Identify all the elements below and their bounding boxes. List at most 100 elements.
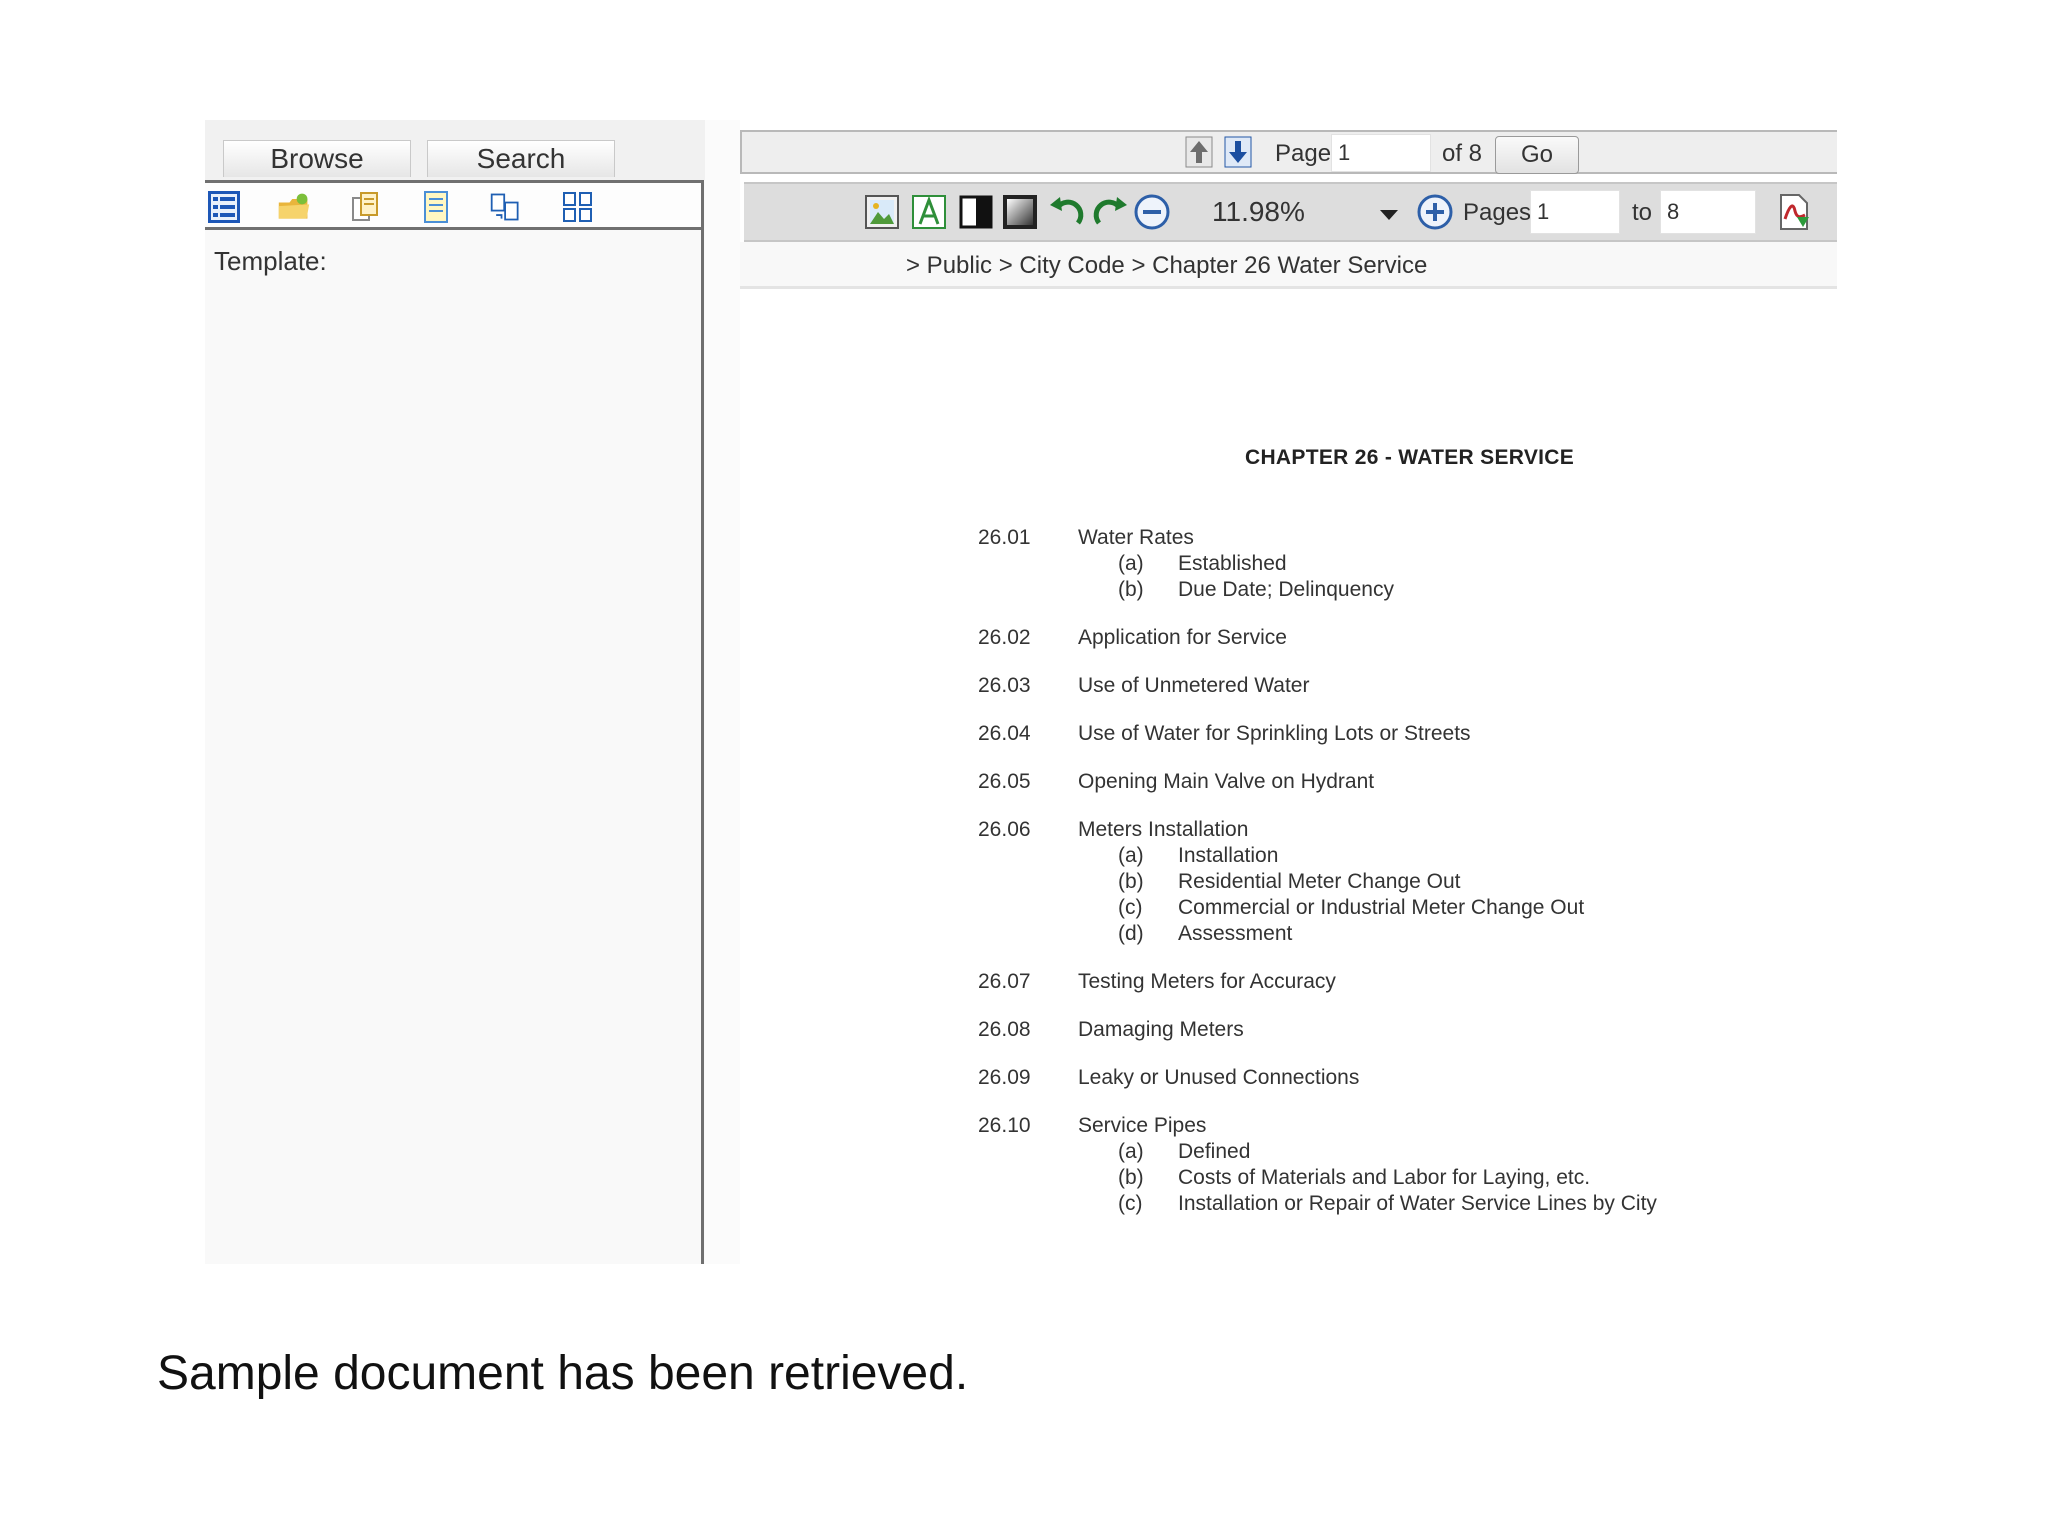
section-number: 26.06	[978, 818, 1031, 841]
section-number: 26.05	[978, 770, 1031, 793]
toc-section: 26.05 Opening Main Valve on Hydrant	[978, 770, 1818, 796]
screenshot-frame: Browse Search Template: Page 1 of 8 Go 1…	[205, 120, 1837, 1264]
section-title: Service Pipes	[1078, 1114, 1207, 1137]
subsection-letter: (a)	[1118, 552, 1144, 575]
section-number: 26.10	[978, 1114, 1031, 1137]
pages-to-input[interactable]: 8	[1660, 190, 1756, 234]
section-title: Application for Service	[1078, 626, 1287, 649]
tab-bar: Browse Search	[205, 120, 705, 180]
toc-subsection: (a) Defined	[978, 1140, 1818, 1166]
table-of-contents: 26.01 Water Rates (a) Established (b) Due Dat…	[978, 526, 1818, 1240]
section-number: 26.03	[978, 674, 1031, 697]
subsection-title: Installation	[1178, 844, 1279, 867]
toc-section: 26.04 Use of Water for Sprinkling Lots or…	[978, 722, 1818, 748]
toc-section-heading: 26.01 Water Rates	[978, 526, 1818, 552]
subsection-title: Costs of Materials and Labor for Laying,…	[1178, 1166, 1591, 1189]
previous-page-icon[interactable]	[1179, 132, 1219, 172]
section-number: 26.04	[978, 722, 1031, 745]
status-caption: Sample document has been retrieved.	[157, 1347, 969, 1400]
toc-subsection: (a) Installation	[978, 844, 1818, 870]
zoom-select[interactable]: 11.98%	[1206, 190, 1402, 234]
zoom-in-icon[interactable]	[1415, 192, 1455, 232]
grayscale-icon[interactable]	[1000, 192, 1040, 232]
pages-label: Pages	[1463, 199, 1532, 226]
section-title: Use of Water for Sprinkling Lots or Stre…	[1078, 722, 1471, 745]
subsection-letter: (b)	[1118, 870, 1144, 893]
toc-section-heading: 26.10 Service Pipes	[978, 1114, 1818, 1140]
subsection-title: Installation or Repair of Water Service …	[1178, 1192, 1657, 1215]
subsection-letter: (c)	[1118, 1192, 1143, 1215]
subsection-title: Commercial or Industrial Meter Change Ou…	[1178, 896, 1585, 919]
section-title: Testing Meters for Accuracy	[1078, 970, 1336, 993]
compare-pages-icon[interactable]	[489, 190, 523, 224]
go-button[interactable]: Go	[1495, 136, 1579, 174]
section-title: Opening Main Valve on Hydrant	[1078, 770, 1375, 793]
toc-subsection: (b) Due Date; Delinquency	[978, 578, 1818, 604]
rotate-right-icon[interactable]	[1090, 192, 1130, 232]
next-page-icon[interactable]	[1218, 132, 1258, 172]
toc-section: 26.02 Application for Service	[978, 626, 1818, 652]
tab-search[interactable]: Search	[427, 140, 615, 177]
section-number: 26.07	[978, 970, 1031, 993]
toc-section-heading: 26.03 Use of Unmetered Water	[978, 674, 1818, 700]
thumbnails-icon[interactable]	[561, 190, 595, 224]
toc-section: 26.03 Use of Unmetered Water	[978, 674, 1818, 700]
document-title: CHAPTER 26 - WATER SERVICE	[1245, 446, 1575, 469]
section-title: Water Rates	[1078, 526, 1194, 549]
text-icon[interactable]	[909, 192, 949, 232]
folder-icon[interactable]	[277, 190, 311, 224]
section-title: Leaky or Unused Connections	[1078, 1066, 1360, 1089]
subsection-letter: (a)	[1118, 844, 1144, 867]
subsection-title: Assessment	[1178, 922, 1293, 945]
section-number: 26.08	[978, 1018, 1031, 1041]
toc-subsection: (c) Installation or Repair of Water Servi…	[978, 1192, 1818, 1218]
left-toolbar	[205, 180, 704, 230]
toc-section-heading: 26.09 Leaky or Unused Connections	[978, 1066, 1818, 1092]
toc-subsection: (c) Commercial or Industrial Meter Change…	[978, 896, 1818, 922]
left-panel: Browse Search Template:	[205, 120, 705, 1264]
toc-section: 26.07 Testing Meters for Accuracy	[978, 970, 1818, 996]
copy-pages-icon[interactable]	[349, 190, 383, 224]
toc-section-heading: 26.04 Use of Water for Sprinkling Lots or…	[978, 722, 1818, 748]
subsection-letter: (c)	[1118, 896, 1143, 919]
toc-subsection: (d) Assessment	[978, 922, 1818, 948]
viewer-toolbar: 11.98% Pages 1 to 8	[744, 182, 1837, 242]
section-number: 26.02	[978, 626, 1031, 649]
rotate-left-icon[interactable]	[1047, 192, 1087, 232]
pages-from-input[interactable]: 1	[1530, 190, 1620, 234]
toc-subsection: (b) Costs of Materials and Labor for Layi…	[978, 1166, 1818, 1192]
subsection-letter: (b)	[1118, 578, 1144, 601]
section-title: Meters Installation	[1078, 818, 1249, 841]
breadcrumb[interactable]: > Public > City Code > Chapter 26 Water …	[906, 252, 1427, 280]
subsection-letter: (a)	[1118, 1140, 1144, 1163]
zoom-out-icon[interactable]	[1132, 192, 1172, 232]
toc-section: 26.08 Damaging Meters	[978, 1018, 1818, 1044]
document-icon[interactable]	[419, 190, 453, 224]
subsection-letter: (d)	[1118, 922, 1144, 945]
pdf-download-icon[interactable]	[1774, 192, 1814, 232]
toc-section-heading: 26.02 Application for Service	[978, 626, 1818, 652]
page-number-input[interactable]: 1	[1331, 134, 1431, 172]
toc-section-heading: 26.07 Testing Meters for Accuracy	[978, 970, 1818, 996]
toc-subsection: (a) Established	[978, 552, 1818, 578]
section-title: Damaging Meters	[1078, 1018, 1244, 1041]
panel-divider[interactable]	[701, 180, 704, 1264]
chevron-down-icon[interactable]	[1380, 210, 1398, 220]
pages-to-label: to	[1632, 199, 1653, 226]
section-number: 26.01	[978, 526, 1031, 549]
document-page: CHAPTER 26 - WATER SERVICE 26.01 Water Ra…	[740, 290, 1837, 1264]
list-view-icon[interactable]	[207, 190, 241, 224]
toc-subsection: (b) Residential Meter Change Out	[978, 870, 1818, 896]
contrast-icon[interactable]	[956, 192, 996, 232]
toc-section-heading: 26.05 Opening Main Valve on Hydrant	[978, 770, 1818, 796]
subsection-title: Residential Meter Change Out	[1178, 870, 1461, 893]
page-count-label: of 8	[1442, 140, 1483, 167]
tab-browse[interactable]: Browse	[223, 140, 411, 177]
toc-section: 26.06 Meters Installation (a) Installation(…	[978, 818, 1818, 948]
image-icon[interactable]	[862, 192, 902, 232]
subsection-title: Established	[1178, 552, 1287, 575]
document-viewer: Page 1 of 8 Go 11.98% Pages 1 to 8 > Pub…	[740, 120, 1837, 1264]
section-number: 26.09	[978, 1066, 1031, 1089]
subsection-title: Due Date; Delinquency	[1178, 578, 1394, 601]
breadcrumb-bar: > Public > City Code > Chapter 26 Water …	[740, 242, 1837, 289]
